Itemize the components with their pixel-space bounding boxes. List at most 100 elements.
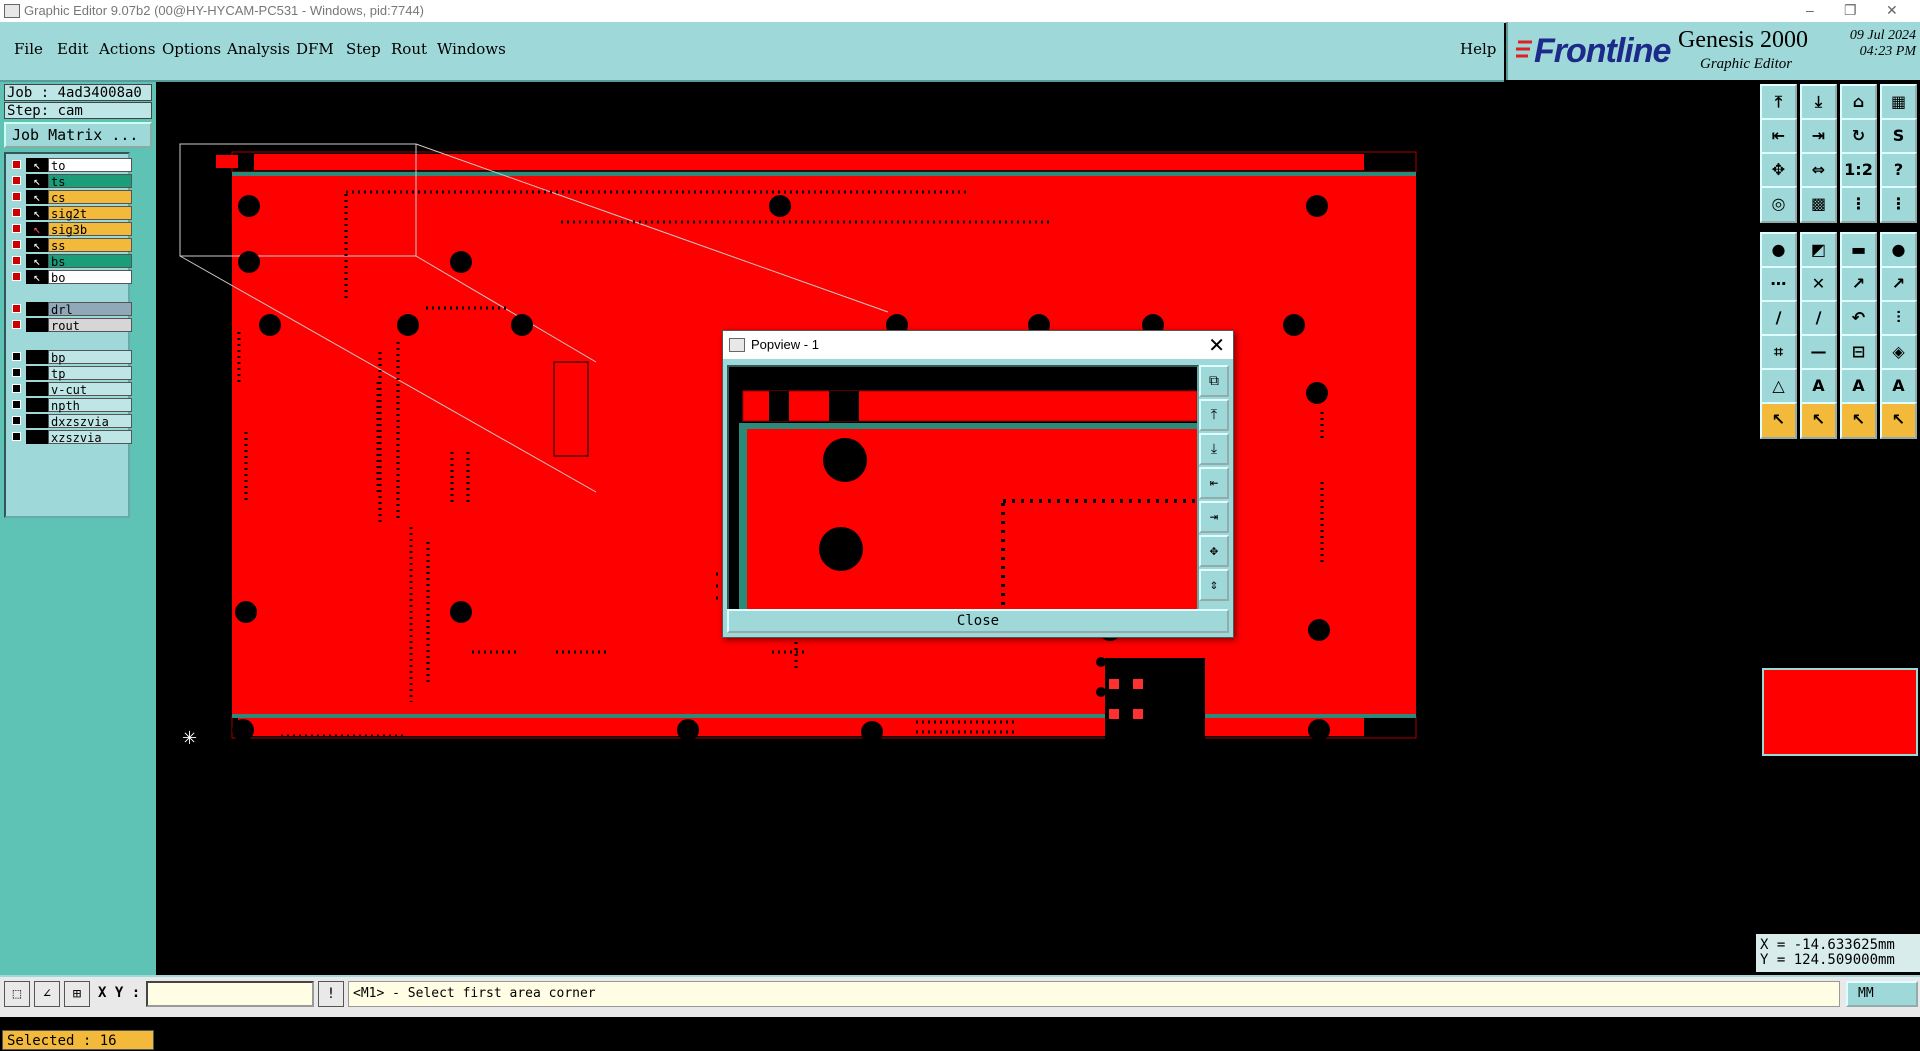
tool-3-2-icon[interactable]: ⋮	[1840, 186, 1877, 223]
layer-checkbox[interactable]	[12, 416, 21, 425]
layer-checkbox[interactable]	[12, 272, 21, 281]
tool-2-3-icon[interactable]: ?	[1880, 152, 1917, 189]
tool-0-2-icon[interactable]: ⌂	[1840, 84, 1877, 121]
tool-8-3-icon[interactable]: A	[1880, 368, 1917, 405]
layer-row-xzszvia[interactable]: xzszvia	[10, 430, 132, 445]
layer-name[interactable]: ts	[48, 174, 132, 189]
tool-6-2-icon[interactable]: ↶	[1840, 300, 1877, 337]
menu-step[interactable]: Step	[346, 40, 381, 58]
tool-8-1-icon[interactable]: A	[1800, 368, 1837, 405]
layer-row-v-cut[interactable]: v-cut	[10, 382, 132, 397]
popview-pan-right-icon[interactable]: ⇥	[1199, 501, 1229, 533]
popview-pan-left-icon[interactable]: ⇤	[1199, 467, 1229, 499]
tool-7-3-icon[interactable]: ◈	[1880, 334, 1917, 371]
tool-4-3-icon[interactable]: ●	[1880, 232, 1917, 269]
layer-name[interactable]: to	[48, 158, 132, 173]
layer-checkbox[interactable]	[12, 384, 21, 393]
maximize-button[interactable]: ❐	[1844, 2, 1857, 19]
menu-help[interactable]: Help	[1460, 40, 1496, 58]
menu-windows[interactable]: Windows	[437, 40, 506, 58]
tool-7-2-icon[interactable]: ⊟	[1840, 334, 1877, 371]
grid-icon[interactable]: ⊞	[64, 981, 90, 1007]
layer-name[interactable]: npth	[48, 398, 132, 413]
layer-checkbox[interactable]	[12, 432, 21, 441]
layer-checkbox[interactable]	[12, 352, 21, 361]
tool-1-1-icon[interactable]: ⇥	[1800, 118, 1837, 155]
close-window-button[interactable]: ✕	[1886, 2, 1898, 19]
layer-name[interactable]: xzszvia	[48, 430, 132, 445]
layer-row-cs[interactable]: ↖ cs	[10, 190, 132, 205]
units-selector[interactable]: MM	[1846, 981, 1918, 1007]
overview-thumbnail[interactable]	[1762, 668, 1918, 756]
layer-checkbox[interactable]	[12, 368, 21, 377]
layer-row-to[interactable]: ↖ to	[10, 158, 132, 173]
tool-0-3-icon[interactable]: ▦	[1880, 84, 1917, 121]
layer-row-bs[interactable]: ↖ bs	[10, 254, 132, 269]
tool-9-2-icon[interactable]: ↖	[1840, 402, 1877, 439]
tool-2-2-icon[interactable]: 1:2	[1840, 152, 1877, 189]
snap-icon[interactable]: ⬚	[4, 981, 30, 1007]
menu-rout[interactable]: Rout	[391, 40, 427, 58]
layer-name[interactable]: v-cut	[48, 382, 132, 397]
tool-5-0-icon[interactable]: ⋯	[1760, 266, 1797, 303]
minimize-button[interactable]: –	[1806, 2, 1814, 18]
layer-name[interactable]: ss	[48, 238, 132, 253]
popview-close-icon[interactable]: ✕	[1208, 333, 1225, 358]
layer-row-sig2t[interactable]: ↖ sig2t	[10, 206, 132, 221]
layer-checkbox[interactable]	[12, 320, 21, 329]
layer-name[interactable]: tp	[48, 366, 132, 381]
layer-checkbox[interactable]	[12, 256, 21, 265]
layer-name[interactable]: sig2t	[48, 206, 132, 221]
popview-zoom-area-icon[interactable]: ⧉	[1199, 365, 1229, 397]
layer-row-ts[interactable]: ↖ ts	[10, 174, 132, 189]
tool-2-0-icon[interactable]: ✥	[1760, 152, 1797, 189]
layer-name[interactable]: dxzszvia	[48, 414, 132, 429]
tool-9-3-icon[interactable]: ↖	[1880, 402, 1917, 439]
tool-8-0-icon[interactable]: △	[1760, 368, 1797, 405]
layer-row-ss[interactable]: ↖ ss	[10, 238, 132, 253]
popview-fit-icon[interactable]: ⇕	[1199, 569, 1229, 601]
tool-6-3-icon[interactable]: ⫶	[1880, 300, 1917, 337]
layer-name[interactable]: drl	[48, 302, 132, 317]
xy-input[interactable]	[146, 981, 314, 1007]
popview-canvas[interactable]	[727, 365, 1199, 611]
layer-name[interactable]: bp	[48, 350, 132, 365]
menu-analysis[interactable]: Analysis	[227, 40, 290, 58]
tool-0-0-icon[interactable]: ⤒	[1760, 84, 1797, 121]
menu-file[interactable]: File	[14, 40, 43, 58]
tool-7-1-icon[interactable]: —	[1800, 334, 1837, 371]
layer-checkbox[interactable]	[12, 208, 21, 217]
tool-8-2-icon[interactable]: A	[1840, 368, 1877, 405]
angle-icon[interactable]: ∠	[34, 981, 60, 1007]
layer-row-bp[interactable]: bp	[10, 350, 132, 365]
layer-row-rout[interactable]: rout	[10, 318, 132, 333]
popview-pan-down-icon[interactable]: ⤓	[1199, 433, 1229, 465]
popview-zoom-home-icon[interactable]: ✥	[1199, 535, 1229, 567]
job-matrix-button[interactable]: Job Matrix ...	[4, 122, 152, 148]
popview-pan-up-icon[interactable]: ⤒	[1199, 399, 1229, 431]
tool-6-1-icon[interactable]: ∕	[1800, 300, 1837, 337]
tool-5-2-icon[interactable]: ↗	[1840, 266, 1877, 303]
tool-6-0-icon[interactable]: ∕	[1760, 300, 1797, 337]
layer-checkbox[interactable]	[12, 304, 21, 313]
layer-row-sig3b[interactable]: ↖ sig3b	[10, 222, 132, 237]
tool-1-3-icon[interactable]: S	[1880, 118, 1917, 155]
layer-name[interactable]: bo	[48, 270, 132, 285]
tool-1-0-icon[interactable]: ⇤	[1760, 118, 1797, 155]
tool-4-0-icon[interactable]: ●	[1760, 232, 1797, 269]
tool-5-1-icon[interactable]: ✕	[1800, 266, 1837, 303]
layer-checkbox[interactable]	[12, 176, 21, 185]
tool-7-0-icon[interactable]: ⌗	[1760, 334, 1797, 371]
layer-row-npth[interactable]: npth	[10, 398, 132, 413]
layer-row-tp[interactable]: tp	[10, 366, 132, 381]
layer-name[interactable]: rout	[48, 318, 132, 333]
menu-actions[interactable]: Actions	[99, 40, 155, 58]
tool-9-1-icon[interactable]: ↖	[1800, 402, 1837, 439]
layer-checkbox[interactable]	[12, 240, 21, 249]
layer-name[interactable]: bs	[48, 254, 132, 269]
layer-name[interactable]: cs	[48, 190, 132, 205]
menu-dfm[interactable]: DFM	[296, 40, 334, 58]
layer-checkbox[interactable]	[12, 400, 21, 409]
tool-3-1-icon[interactable]: ▩	[1800, 186, 1837, 223]
layer-checkbox[interactable]	[12, 160, 21, 169]
